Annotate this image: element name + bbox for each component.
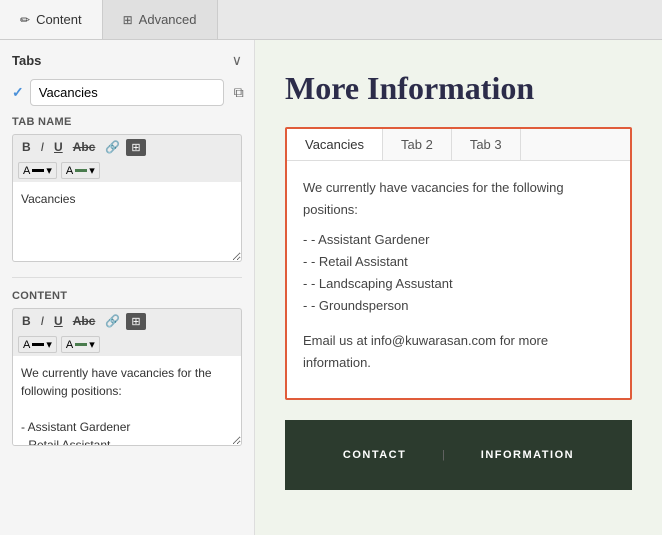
content-label: Content: [12, 290, 242, 302]
tab-body-footer: Email us at info@kuwarasan.com for more …: [303, 330, 614, 374]
footer-right-label: INFORMATION: [481, 449, 574, 461]
tab-content[interactable]: ✏ Content: [0, 0, 103, 39]
content-bold-button[interactable]: B: [18, 312, 35, 330]
chevron-small-icon2: ▾: [46, 338, 52, 351]
tab-name-toolbar-row2: A ▾ A ▾: [12, 159, 242, 182]
tab-advanced[interactable]: ⊞ Advanced: [103, 0, 218, 39]
list-item: - Retail Assistant: [303, 251, 614, 273]
content-textarea[interactable]: We currently have vacancies for the foll…: [12, 356, 242, 446]
chevron-small-icon3: ▾: [89, 338, 95, 351]
content-icon: ✏: [20, 13, 30, 27]
content-link-button[interactable]: 🔗: [101, 312, 124, 330]
tab-widget: Vacancies Tab 2 Tab 3 We currently have …: [285, 127, 632, 400]
font-color-button[interactable]: A ▾: [18, 162, 57, 179]
content-italic-button[interactable]: I: [37, 312, 48, 330]
top-tab-bar: ✏ Content ⊞ Advanced: [0, 0, 662, 40]
italic-button[interactable]: I: [37, 138, 48, 156]
content-bg-color-button[interactable]: A ▾: [61, 336, 100, 353]
preview-content: More Information Vacancies Tab 2 Tab 3 W…: [255, 40, 662, 490]
content-underline-button[interactable]: U: [50, 312, 67, 330]
chevron-down-icon[interactable]: ∨: [232, 52, 242, 69]
content-strikethrough-button[interactable]: Abc: [69, 312, 100, 330]
tab-widget-body: We currently have vacancies for the foll…: [287, 161, 630, 398]
list-item: - Assistant Gardener: [303, 229, 614, 251]
chevron-small-icon: ▾: [89, 164, 95, 177]
tabs-section-header: Tabs ∨: [12, 52, 242, 69]
chevron-small-icon: ▾: [46, 164, 52, 177]
tab-widget-header: Vacancies Tab 2 Tab 3: [287, 129, 630, 161]
list-item: - Groundsperson: [303, 295, 614, 317]
footer-bar: CONTACT | INFORMATION: [285, 420, 632, 490]
divider: [12, 277, 242, 278]
left-panel: Tabs ∨ ✓ ⧉ 🗑 Tab Name B I U Abc 🔗 ⊞ A ▾: [0, 40, 255, 535]
bg-color-button[interactable]: A ▾: [61, 162, 100, 179]
footer-left-label: CONTACT: [343, 449, 406, 461]
advanced-tab-label: Advanced: [139, 12, 197, 27]
tab-name-toolbar: B I U Abc 🔗 ⊞: [12, 134, 242, 159]
content-toolbar-row2: A ▾ A ▾: [12, 333, 242, 356]
preview-title: More Information: [285, 70, 632, 107]
tab-name-input[interactable]: [30, 79, 224, 106]
tab-body-list: - Assistant Gardener - Retail Assistant …: [303, 229, 614, 317]
tab-check-icon: ✓: [12, 84, 24, 101]
tab-body-intro: We currently have vacancies for the foll…: [303, 177, 614, 221]
advanced-icon: ⊞: [123, 13, 133, 27]
tab-widget-tab3[interactable]: Tab 3: [452, 129, 521, 160]
right-panel: More Information Vacancies Tab 2 Tab 3 W…: [255, 40, 662, 535]
list-item: - Landscaping Assustant: [303, 273, 614, 295]
grid-button[interactable]: ⊞: [126, 139, 145, 156]
content-toolbar: B I U Abc 🔗 ⊞: [12, 308, 242, 333]
tabs-section-title: Tabs: [12, 53, 41, 68]
strikethrough-button[interactable]: Abc: [69, 138, 100, 156]
bold-button[interactable]: B: [18, 138, 35, 156]
tab-name-textarea[interactable]: Vacancies: [12, 182, 242, 262]
content-grid-button[interactable]: ⊞: [126, 313, 145, 330]
tab-item-vacancies: ✓ ⧉ 🗑: [12, 79, 242, 106]
tab-widget-tab2[interactable]: Tab 2: [383, 129, 452, 160]
content-tab-label: Content: [36, 12, 82, 27]
main-layout: Tabs ∨ ✓ ⧉ 🗑 Tab Name B I U Abc 🔗 ⊞ A ▾: [0, 40, 662, 535]
tab-name-label: Tab Name: [12, 116, 242, 128]
tab-widget-vacancies[interactable]: Vacancies: [287, 129, 383, 160]
underline-button[interactable]: U: [50, 138, 67, 156]
footer-separator: |: [442, 449, 445, 461]
content-font-color-button[interactable]: A ▾: [18, 336, 57, 353]
copy-tab-button[interactable]: ⧉: [230, 82, 248, 103]
link-button[interactable]: 🔗: [101, 138, 124, 156]
